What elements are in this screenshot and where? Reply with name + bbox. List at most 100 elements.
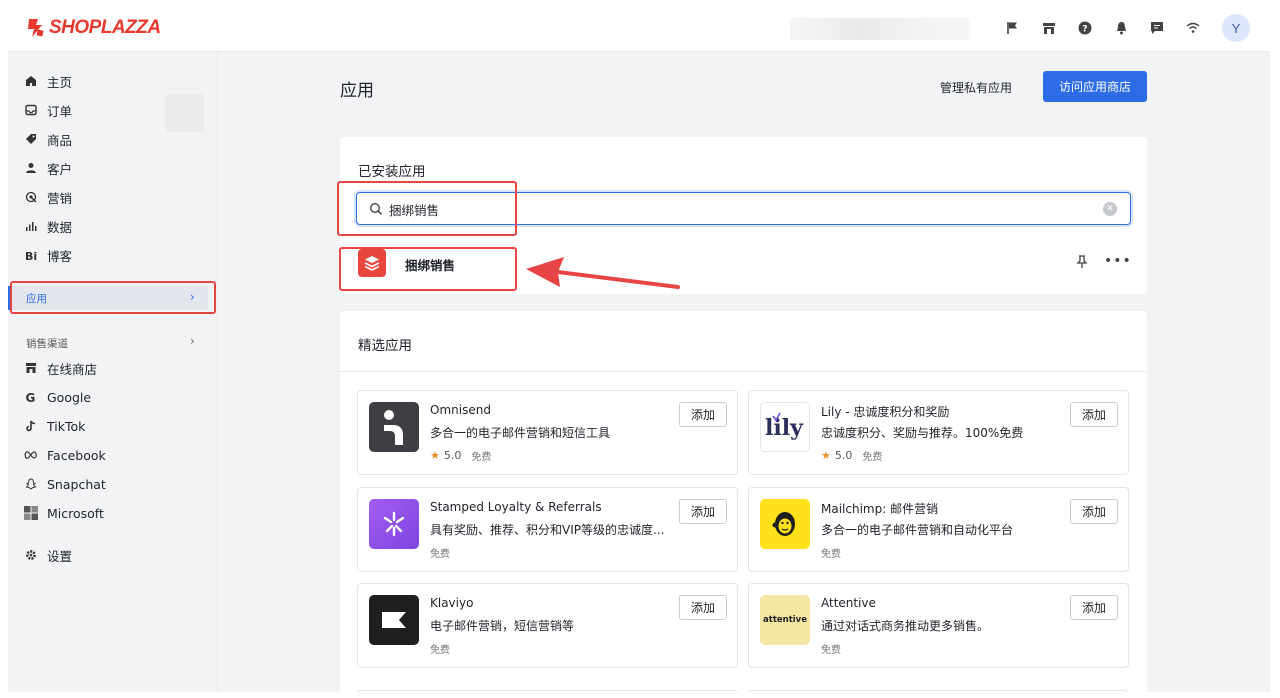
sidebar-item-label: 营销 — [47, 190, 73, 206]
google-icon: G — [24, 390, 38, 404]
bar-chart-icon — [24, 219, 38, 233]
svg-text:Bi: Bi — [25, 250, 37, 261]
gear-icon — [24, 548, 38, 562]
app-tile-lily[interactable]: lily Lily - 忠诚度积分和奖励 忠诚度积分、奖励与推荐。100%免费 … — [748, 390, 1129, 475]
sales-channels-title[interactable]: 销售渠道 — [26, 336, 68, 351]
sidebar-item-label: TikTok — [47, 418, 86, 434]
clear-search-icon[interactable]: ✕ — [1103, 202, 1117, 216]
brand-name: SHOPLAZZA — [49, 17, 161, 38]
sidebar-item-data[interactable]: 数据 — [24, 214, 72, 238]
wifi-icon[interactable] — [1180, 15, 1206, 41]
person-icon — [24, 161, 38, 175]
app-meta: 免费 — [821, 545, 841, 560]
app-name: Attentive — [821, 596, 876, 610]
app-name: Klaviyo — [430, 596, 474, 610]
visit-app-store-button[interactable]: 访问应用商店 — [1043, 71, 1147, 102]
installed-apps-title: 已安装应用 — [358, 164, 426, 180]
flag-icon[interactable] — [1000, 15, 1026, 41]
pin-icon[interactable] — [1074, 254, 1090, 270]
user-avatar[interactable]: Y — [1222, 14, 1250, 42]
attentive-logo-icon: attentive — [760, 595, 810, 645]
sidebar-item-microsoft[interactable]: Microsoft — [24, 501, 104, 525]
add-button[interactable]: 添加 — [1070, 595, 1118, 620]
meta-icon — [24, 448, 38, 462]
app-meta: 免费 — [821, 641, 841, 656]
svg-text:lily: lily — [765, 415, 804, 441]
sidebar-item-google[interactable]: G Google — [24, 385, 92, 409]
sidebar-item-tiktok[interactable]: TikTok — [24, 414, 85, 438]
app-name: Mailchimp: 邮件营销 — [821, 502, 939, 516]
snapchat-icon — [24, 477, 38, 491]
sidebar-item-label: Facebook — [47, 447, 106, 463]
sidebar-item-marketing[interactable]: 营销 — [24, 185, 72, 209]
app-rating: 5.0 — [443, 449, 462, 462]
app-tile-partial[interactable] — [748, 690, 1129, 692]
add-button[interactable]: 添加 — [679, 595, 727, 620]
brand-logo[interactable]: SHOPLAZZA — [26, 16, 161, 40]
app-tile-partial[interactable] — [357, 690, 738, 692]
sidebar-item-customers[interactable]: 客户 — [24, 156, 72, 180]
sidebar-item-settings[interactable]: 设置 — [24, 543, 72, 567]
sidebar-item-online-store[interactable]: 在线商店 — [24, 356, 97, 380]
attentive-logo-text: attentive — [763, 615, 807, 625]
page-title: 应用 — [340, 81, 374, 101]
app-name: Lily - 忠诚度积分和奖励 — [821, 405, 950, 419]
blurred-store-name — [790, 18, 970, 40]
app-tile-klaviyo[interactable]: Klaviyo 电子邮件营销，短信营销等 免费 添加 — [357, 583, 738, 668]
top-icons: ? Y — [1000, 14, 1250, 42]
home-icon — [24, 74, 38, 88]
app-name: Stamped Loyalty & Referrals — [430, 500, 602, 514]
help-icon[interactable]: ? — [1072, 15, 1098, 41]
sidebar-item-home[interactable]: 主页 — [24, 69, 72, 93]
blurred-content — [166, 94, 204, 132]
star-icon: ★ — [821, 449, 831, 462]
app-description: 多合一的电子邮件营销和短信工具 — [430, 426, 611, 440]
manage-private-apps-link[interactable]: 管理私有应用 — [940, 79, 1012, 96]
sidebar-item-label: 在线商店 — [47, 361, 98, 377]
annotation-arrow-icon — [526, 257, 680, 289]
chat-icon[interactable] — [1144, 15, 1170, 41]
app-meta: ★ 5.0 免费 — [821, 448, 882, 463]
app-tile-attentive[interactable]: attentive Attentive 通过对话式商务推动更多销售。 免费 添加 — [748, 583, 1129, 668]
app-tile-stamped[interactable]: Stamped Loyalty & Referrals 具有奖励、推荐、积分和V… — [357, 487, 738, 572]
app-price: 免费 — [430, 645, 450, 656]
store-icon[interactable] — [1036, 15, 1062, 41]
sidebar-item-label: 商品 — [47, 132, 73, 148]
app-description: 具有奖励、推荐、积分和VIP等级的忠诚度... — [430, 523, 665, 537]
mailchimp-logo-icon — [760, 499, 810, 549]
app-meta: 免费 — [430, 545, 450, 560]
app-tile-mailchimp[interactable]: Mailchimp: 邮件营销 多合一的电子邮件营销和自动化平台 免费 添加 — [748, 487, 1129, 572]
add-button[interactable]: 添加 — [1070, 402, 1118, 427]
add-button[interactable]: 添加 — [1070, 499, 1118, 524]
chevron-right-icon[interactable]: › — [190, 334, 195, 348]
sidebar-item-label: 订单 — [47, 103, 73, 119]
sidebar-item-label: 数据 — [47, 219, 73, 235]
tiktok-icon — [24, 419, 38, 433]
sidebar-item-products[interactable]: 商品 — [24, 127, 72, 151]
app-name: Omnisend — [430, 403, 491, 417]
add-button[interactable]: 添加 — [679, 402, 727, 427]
app-meta: 免费 — [430, 641, 450, 656]
more-options-icon[interactable]: ••• — [1104, 253, 1132, 269]
app-price: 免费 — [471, 452, 492, 463]
sidebar-item-blog[interactable]: Bi 博客 — [24, 243, 73, 267]
app-price: 免费 — [430, 549, 450, 560]
lily-logo-icon: lily — [760, 402, 810, 452]
svg-text:?: ? — [1082, 25, 1087, 35]
featured-apps-card: 精选应用 Omnisend 多合一的电子邮件营销和短信工具 ★ 5.0 免费 添… — [340, 311, 1147, 692]
sidebar-item-orders[interactable]: 订单 — [24, 98, 72, 122]
microsoft-icon — [24, 506, 38, 520]
tag-icon — [24, 132, 38, 146]
featured-apps-title: 精选应用 — [358, 338, 412, 354]
sidebar-item-snapchat[interactable]: Snapchat — [24, 472, 106, 496]
klaviyo-logo-icon — [369, 595, 419, 645]
bell-icon[interactable] — [1108, 15, 1134, 41]
stamped-logo-icon — [369, 499, 419, 549]
sidebar-item-label: Google — [47, 389, 92, 405]
omnisend-logo-icon — [369, 402, 419, 452]
app-tile-omnisend[interactable]: Omnisend 多合一的电子邮件营销和短信工具 ★ 5.0 免费 添加 — [357, 390, 738, 475]
add-button[interactable]: 添加 — [679, 499, 727, 524]
annotation-box-apps-nav — [10, 281, 216, 314]
sidebar-item-facebook[interactable]: Facebook — [24, 443, 106, 467]
divider — [340, 371, 1147, 372]
